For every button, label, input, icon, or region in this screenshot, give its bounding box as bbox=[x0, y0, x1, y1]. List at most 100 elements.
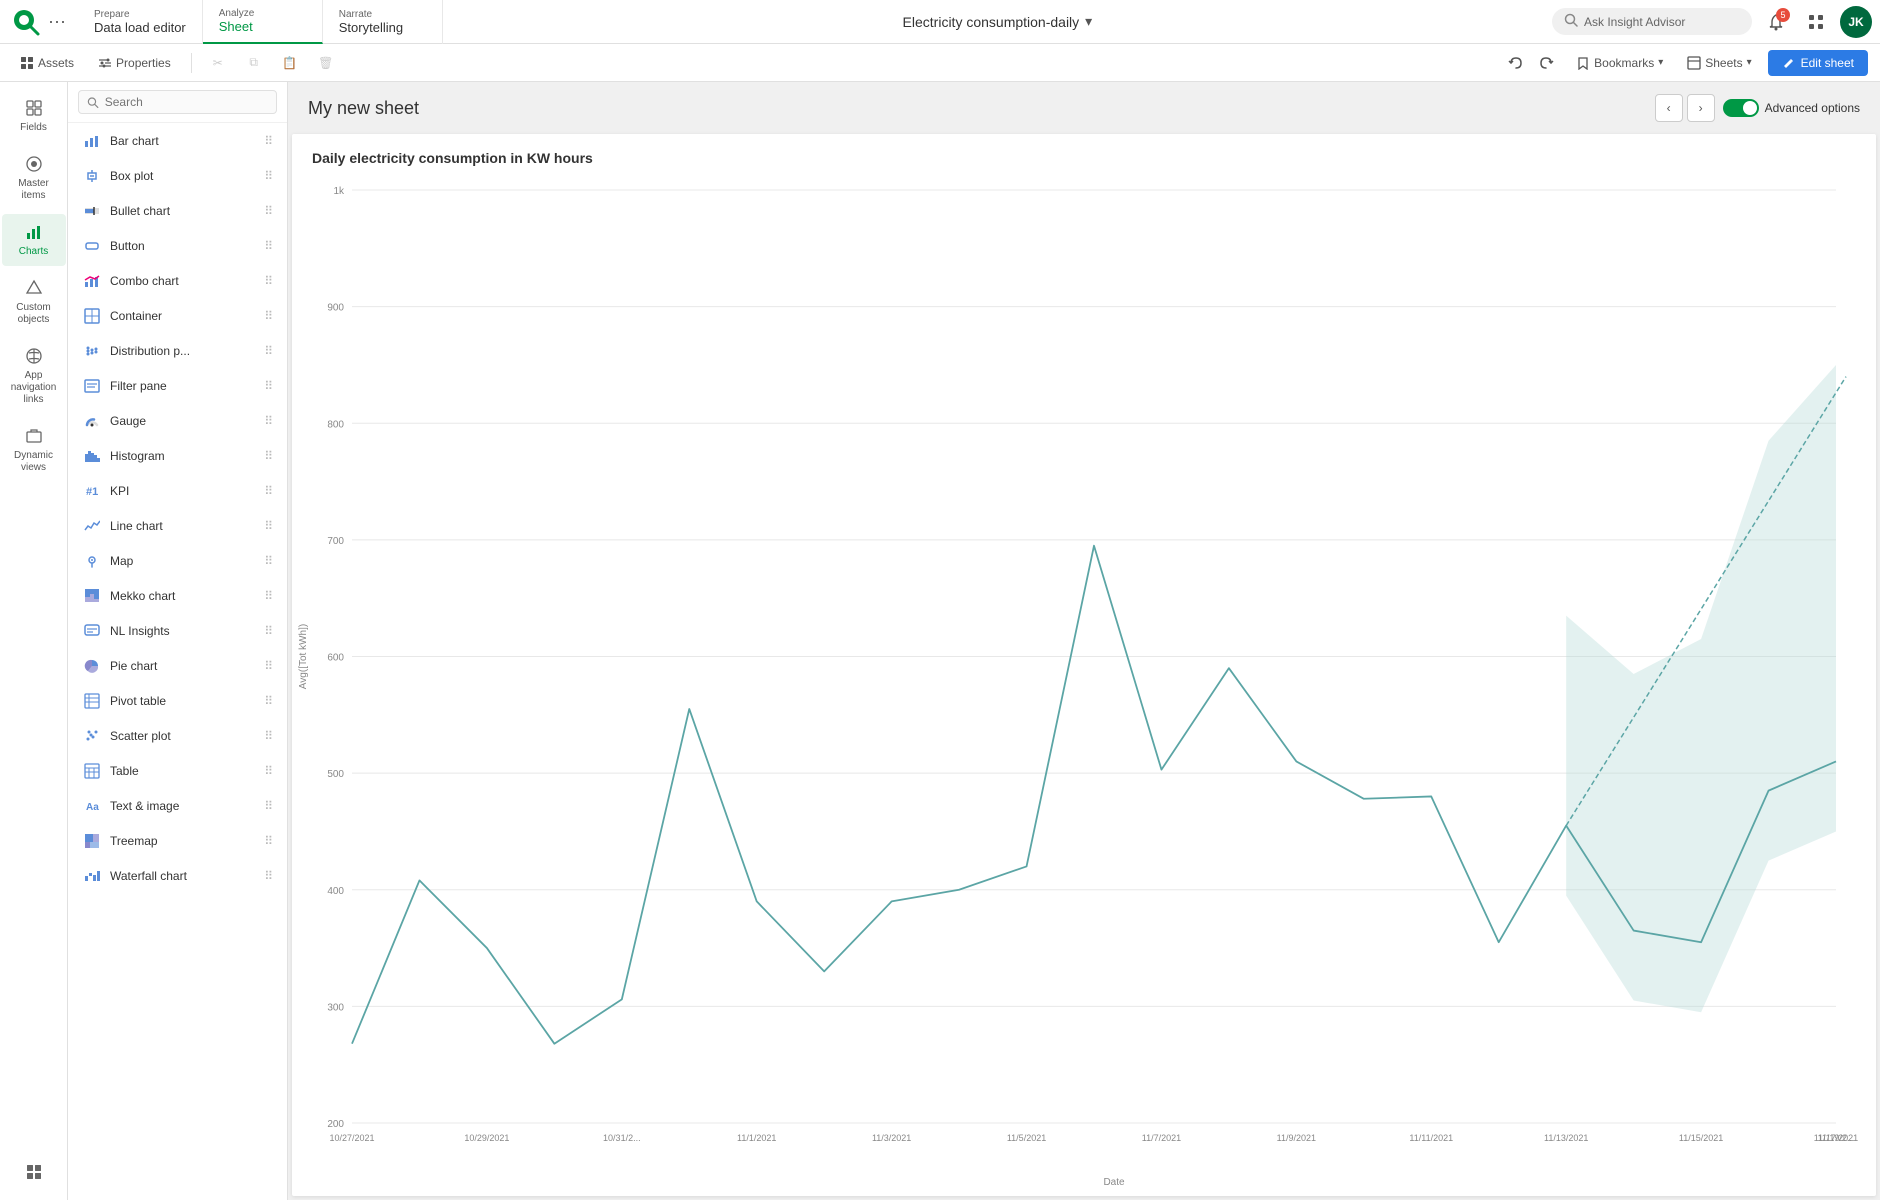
sidebar-item-app-navigation[interactable]: App navigation links bbox=[2, 338, 66, 414]
nl-chart-icon bbox=[82, 621, 102, 641]
drag-handle-icon[interactable]: ⠿ bbox=[264, 414, 273, 428]
chart-item-pie-chart[interactable]: Pie chart ⠿ bbox=[72, 649, 283, 683]
drag-handle-icon[interactable]: ⠿ bbox=[264, 344, 273, 358]
svg-text:11/19/2...: 11/19/2... bbox=[1818, 1133, 1855, 1143]
nav-analyze[interactable]: Analyze Sheet bbox=[203, 0, 323, 44]
chart-area: 2003004005006007008009001k10/27/202110/2… bbox=[292, 170, 1876, 1173]
charts-search-wrapper[interactable] bbox=[78, 90, 277, 114]
chart-item-gauge[interactable]: Gauge ⠿ bbox=[72, 404, 283, 438]
sidebar-item-charts[interactable]: Charts bbox=[2, 214, 66, 266]
nav-narrate[interactable]: Narrate Storytelling bbox=[323, 0, 443, 44]
bookmarks-chevron-icon: ▾ bbox=[1658, 57, 1663, 68]
apps-grid-button[interactable] bbox=[1800, 6, 1832, 38]
drag-handle-icon[interactable]: ⠿ bbox=[264, 309, 273, 323]
svg-text:600: 600 bbox=[327, 653, 344, 664]
drag-handle-icon[interactable]: ⠿ bbox=[264, 239, 273, 253]
chart-item-mekko-chart[interactable]: Mekko chart ⠿ bbox=[72, 579, 283, 613]
line-chart-icon bbox=[82, 516, 102, 536]
bookmarks-button[interactable]: Bookmarks ▾ bbox=[1568, 52, 1671, 74]
chart-item-map[interactable]: Map ⠿ bbox=[72, 544, 283, 578]
sidebar-item-dynamic-views[interactable]: Dynamic views bbox=[2, 418, 66, 482]
line-chart-svg: 2003004005006007008009001k10/27/202110/2… bbox=[292, 170, 1876, 1173]
drag-handle-icon[interactable]: ⠿ bbox=[264, 379, 273, 393]
assets-tab[interactable]: Assets bbox=[12, 52, 82, 74]
drag-handle-icon[interactable]: ⠿ bbox=[264, 729, 273, 743]
nav-prepare[interactable]: Prepare Data load editor bbox=[78, 0, 203, 44]
svg-text:400: 400 bbox=[327, 886, 344, 897]
chart-item-container[interactable]: Container ⠿ bbox=[72, 299, 283, 333]
copy-button[interactable]: ⧉ bbox=[240, 49, 268, 77]
chart-item-histogram[interactable]: Histogram ⠿ bbox=[72, 439, 283, 473]
advanced-options-toggle[interactable]: Advanced options bbox=[1723, 99, 1860, 117]
drag-handle-icon[interactable]: ⠿ bbox=[264, 834, 273, 848]
scatter-chart-icon bbox=[82, 726, 102, 746]
chart-item-text-image[interactable]: Aa Text & image ⠿ bbox=[72, 789, 283, 823]
app-title[interactable]: Electricity consumption-daily ▾ bbox=[903, 13, 1093, 30]
insight-advisor-search[interactable]: Ask Insight Advisor bbox=[1552, 8, 1752, 35]
charts-search-input[interactable] bbox=[105, 95, 268, 109]
sheet-content: Daily electricity consumption in KW hour… bbox=[292, 134, 1876, 1196]
drag-handle-icon[interactable]: ⠿ bbox=[264, 169, 273, 183]
chart-item-distribution-p[interactable]: Distribution p... ⠿ bbox=[72, 334, 283, 368]
cut-button[interactable]: ✂ bbox=[204, 49, 232, 77]
sheet-next-button[interactable]: › bbox=[1687, 94, 1715, 122]
kpi-chart-icon: #1 bbox=[82, 481, 102, 501]
chart-item-bar-chart[interactable]: Bar chart ⠿ bbox=[72, 124, 283, 158]
chart-item-waterfall-chart[interactable]: Waterfall chart ⠿ bbox=[72, 859, 283, 893]
svg-text:Avg([Tot kWh]): Avg([Tot kWh]) bbox=[298, 624, 309, 689]
chart-item-line-chart[interactable]: Line chart ⠿ bbox=[72, 509, 283, 543]
chart-item-combo-chart[interactable]: Combo chart ⠿ bbox=[72, 264, 283, 298]
drag-handle-icon[interactable]: ⠿ bbox=[264, 869, 273, 883]
svg-text:11/13/2021: 11/13/2021 bbox=[1544, 1133, 1588, 1143]
app-navigation-icon bbox=[24, 346, 44, 366]
qlik-logo[interactable] bbox=[8, 4, 44, 40]
user-avatar[interactable]: JK bbox=[1840, 6, 1872, 38]
drag-handle-icon[interactable]: ⠿ bbox=[264, 694, 273, 708]
redo-button[interactable] bbox=[1532, 49, 1560, 77]
chart-item-scatter-plot[interactable]: Scatter plot ⠿ bbox=[72, 719, 283, 753]
chart-item-box-plot[interactable]: Box plot ⠿ bbox=[72, 159, 283, 193]
drag-handle-icon[interactable]: ⠿ bbox=[264, 204, 273, 218]
container-chart-icon bbox=[82, 306, 102, 326]
histogram-chart-icon bbox=[82, 446, 102, 466]
drag-handle-icon[interactable]: ⠿ bbox=[264, 659, 273, 673]
drag-handle-icon[interactable]: ⠿ bbox=[264, 449, 273, 463]
svg-text:11/7/2021: 11/7/2021 bbox=[1142, 1133, 1181, 1143]
pivot-chart-icon bbox=[82, 691, 102, 711]
paste-button[interactable]: 📋 bbox=[276, 49, 304, 77]
drag-handle-icon[interactable]: ⠿ bbox=[264, 589, 273, 603]
chart-item-button[interactable]: Button ⠿ bbox=[72, 229, 283, 263]
svg-text:11/11/2021: 11/11/2021 bbox=[1409, 1133, 1453, 1143]
svg-text:900: 900 bbox=[327, 303, 344, 314]
sidebar-item-custom-objects[interactable]: Custom objects bbox=[2, 270, 66, 334]
menu-dots[interactable]: ··· bbox=[48, 11, 66, 32]
chart-item-nl-insights[interactable]: NL Insights ⠿ bbox=[72, 614, 283, 648]
delete-button[interactable]: 🗑 bbox=[312, 49, 340, 77]
drag-handle-icon[interactable]: ⠿ bbox=[264, 554, 273, 568]
drag-handle-icon[interactable]: ⠿ bbox=[264, 274, 273, 288]
map-chart-icon bbox=[82, 551, 102, 571]
drag-handle-icon[interactable]: ⠿ bbox=[264, 764, 273, 778]
edit-sheet-button[interactable]: Edit sheet bbox=[1768, 50, 1868, 76]
pie-chart-icon bbox=[82, 656, 102, 676]
chart-item-pivot-table[interactable]: Pivot table ⠿ bbox=[72, 684, 283, 718]
chart-item-treemap[interactable]: Treemap ⠿ bbox=[72, 824, 283, 858]
chart-item-bullet-chart[interactable]: Bullet chart ⠿ bbox=[72, 194, 283, 228]
sheet-prev-button[interactable]: ‹ bbox=[1655, 94, 1683, 122]
drag-handle-icon[interactable]: ⠿ bbox=[264, 484, 273, 498]
sheets-button[interactable]: Sheets ▾ bbox=[1679, 52, 1759, 74]
chart-item-kpi[interactable]: #1 KPI ⠿ bbox=[72, 474, 283, 508]
properties-tab[interactable]: Properties bbox=[90, 52, 179, 74]
drag-handle-icon[interactable]: ⠿ bbox=[264, 624, 273, 638]
drag-handle-icon[interactable]: ⠿ bbox=[264, 134, 273, 148]
chart-item-table[interactable]: Table ⠿ bbox=[72, 754, 283, 788]
sidebar-item-fields[interactable]: Fields bbox=[2, 90, 66, 142]
sidebar-item-master-items[interactable]: Master items bbox=[2, 146, 66, 210]
sidebar-bottom-grid-button[interactable] bbox=[18, 1156, 50, 1188]
notifications-button[interactable]: 5 bbox=[1760, 6, 1792, 38]
chart-item-filter-pane[interactable]: Filter pane ⠿ bbox=[72, 369, 283, 403]
undo-button[interactable] bbox=[1502, 49, 1530, 77]
drag-handle-icon[interactable]: ⠿ bbox=[264, 519, 273, 533]
drag-handle-icon[interactable]: ⠿ bbox=[264, 799, 273, 813]
advanced-options-toggle-switch[interactable] bbox=[1723, 99, 1759, 117]
